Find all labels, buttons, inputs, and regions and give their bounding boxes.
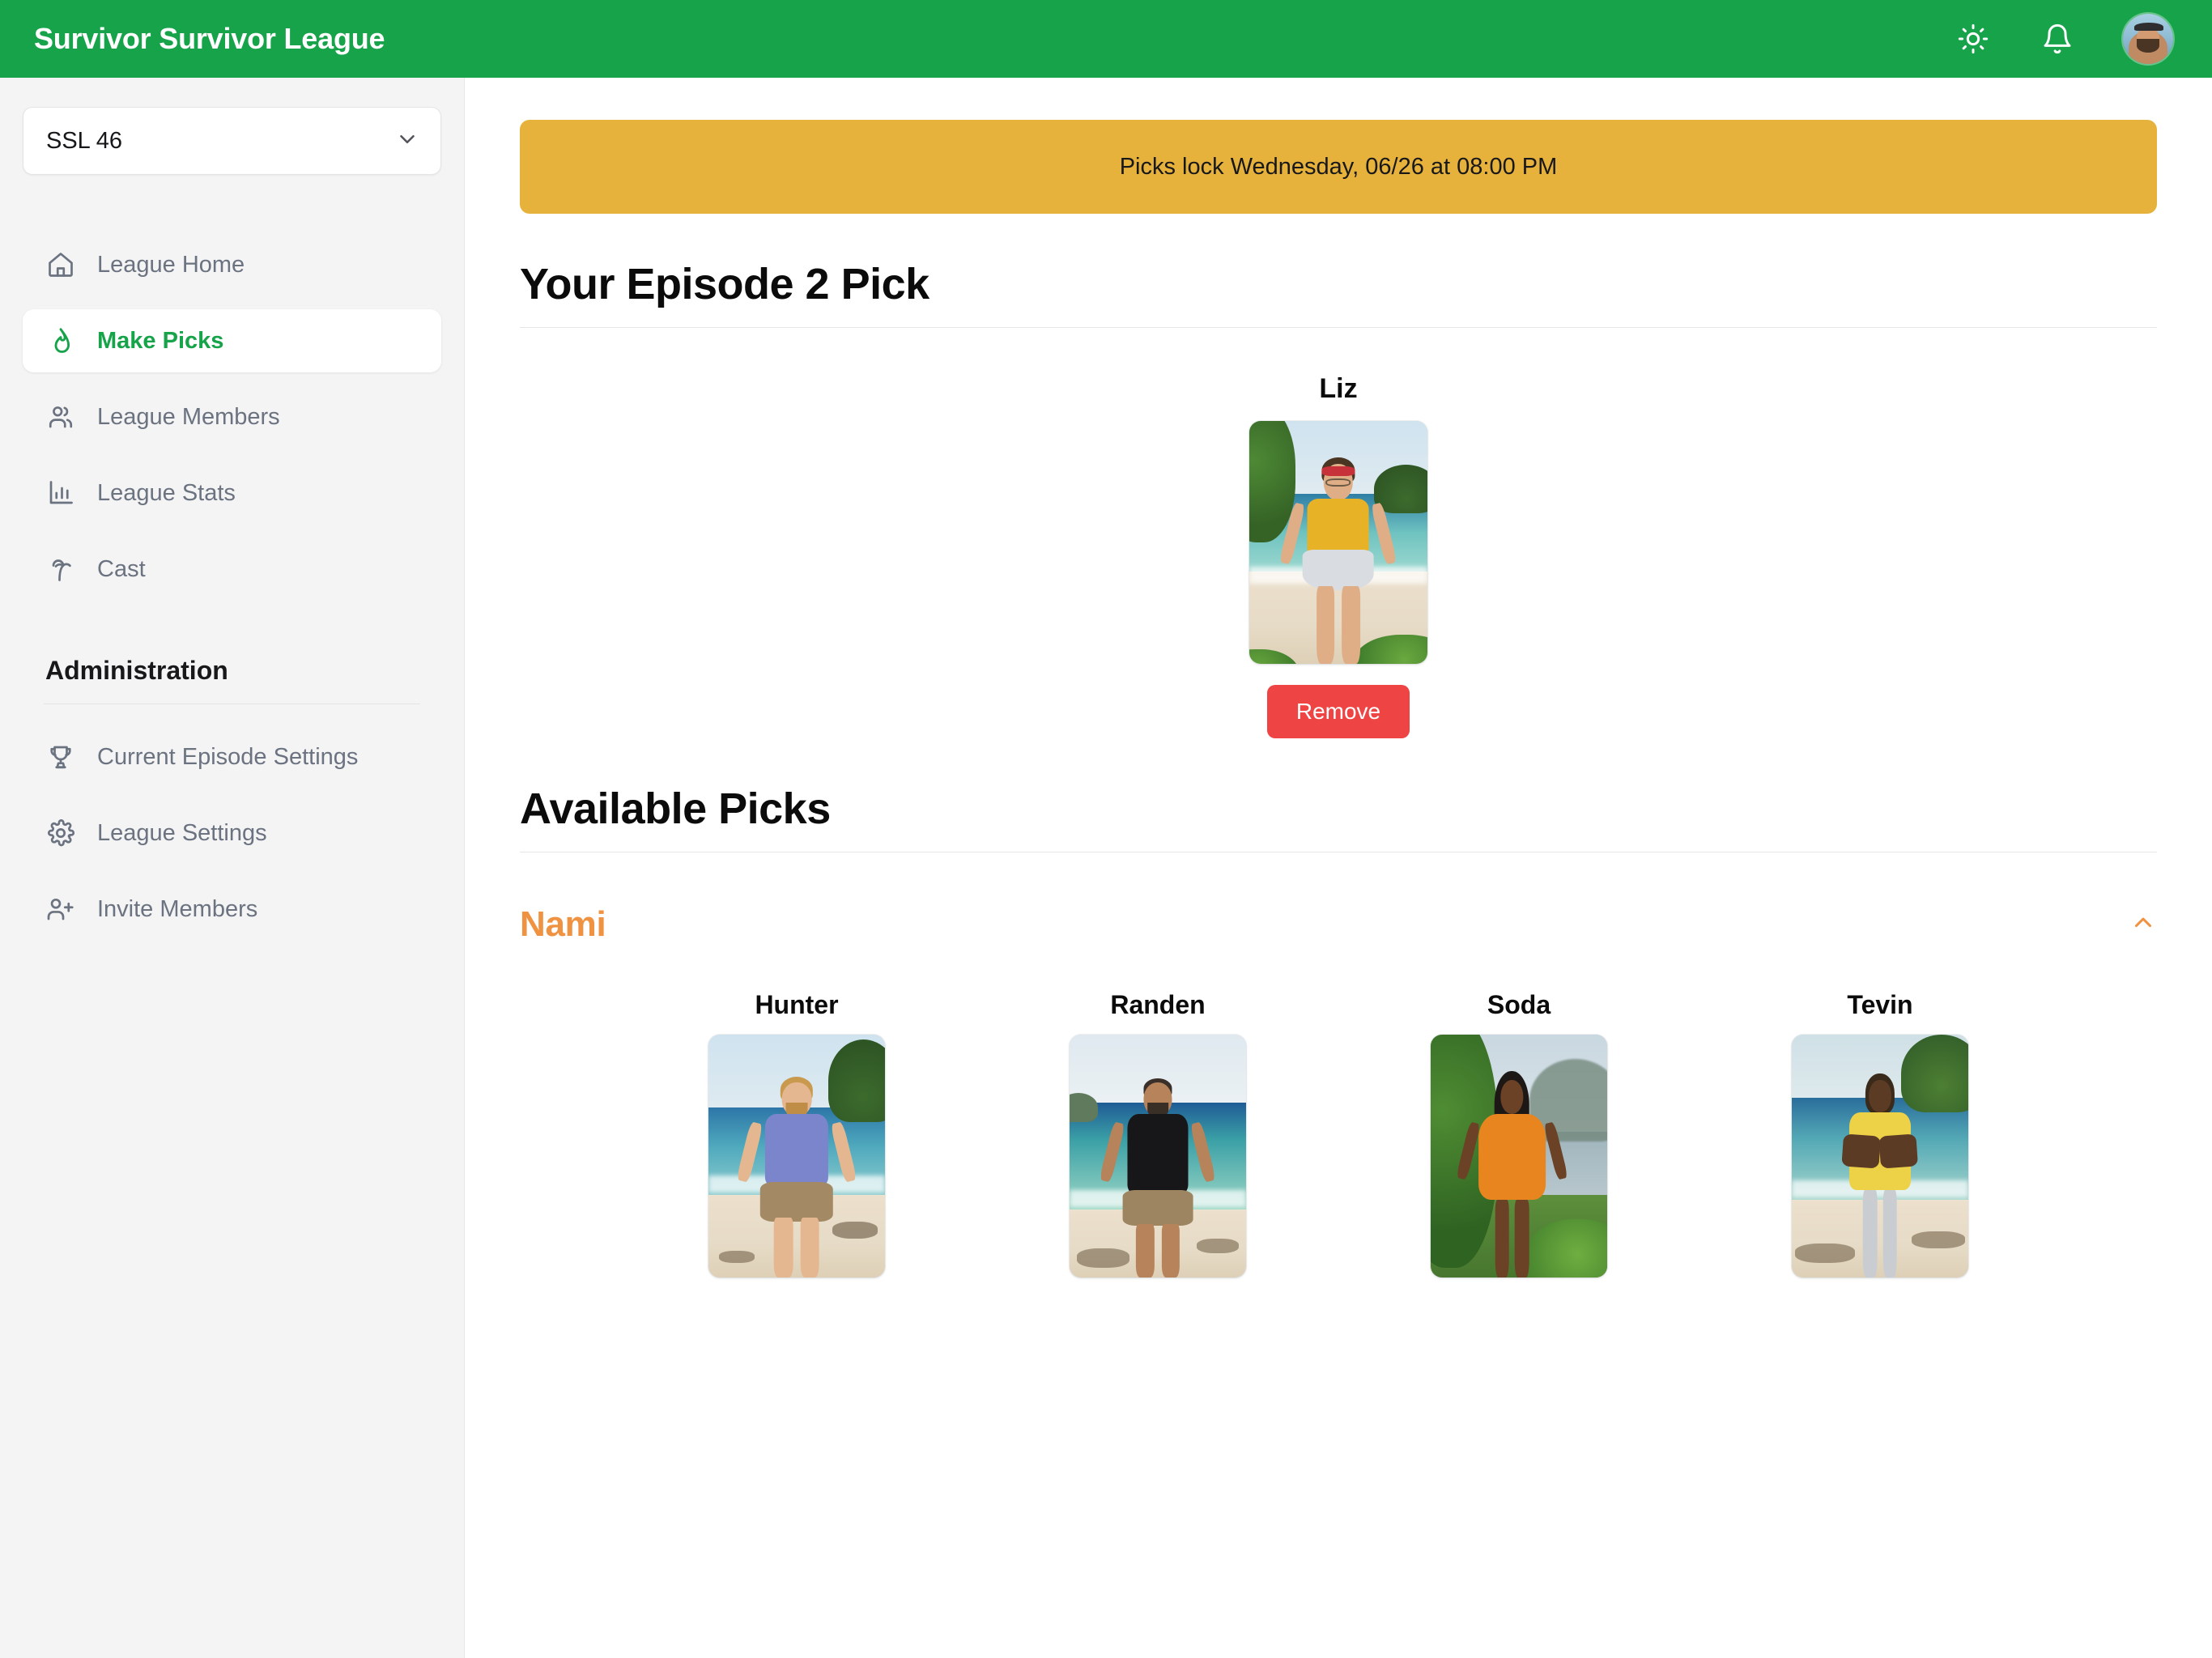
app-title: Survivor Survivor League bbox=[34, 22, 385, 55]
palm-tree-icon bbox=[44, 552, 78, 586]
sidebar-item-label: Cast bbox=[97, 555, 146, 582]
primary-nav: League Home Make Picks League Members Le… bbox=[23, 233, 441, 601]
sidebar-item-invite-members[interactable]: Invite Members bbox=[23, 878, 441, 941]
sidebar: SSL 46 League Home Make Picks League Mem… bbox=[0, 78, 465, 1658]
main-content: Picks lock Wednesday, 06/26 at 08:00 PM … bbox=[465, 78, 2212, 1658]
cast-name: Soda bbox=[1487, 990, 1551, 1019]
cast-card-hunter[interactable]: Hunter bbox=[708, 990, 885, 1278]
admin-nav: Current Episode Settings League Settings bbox=[23, 725, 441, 941]
chevron-down-icon bbox=[395, 127, 419, 155]
cast-photo[interactable] bbox=[1792, 1035, 1968, 1278]
current-pick-name: Liz bbox=[1319, 373, 1358, 404]
home-icon bbox=[44, 248, 78, 282]
cast-photo[interactable] bbox=[1070, 1035, 1246, 1278]
picks-lock-banner: Picks lock Wednesday, 06/26 at 08:00 PM bbox=[520, 120, 2157, 214]
page-title: Your Episode 2 Pick bbox=[520, 260, 929, 308]
flame-icon bbox=[44, 324, 78, 358]
sidebar-item-make-picks[interactable]: Make Picks bbox=[23, 309, 441, 372]
avatar-bandana bbox=[2133, 22, 2163, 32]
tribe-name: Nami bbox=[520, 904, 606, 944]
sidebar-item-label: League Settings bbox=[97, 819, 267, 846]
sidebar-item-cast[interactable]: Cast bbox=[23, 538, 441, 601]
sidebar-item-label: Make Picks bbox=[97, 327, 224, 354]
sidebar-item-label: Invite Members bbox=[97, 895, 258, 922]
header-actions bbox=[1955, 14, 2173, 64]
title-divider bbox=[520, 327, 2157, 328]
cast-card-tevin[interactable]: Tevin bbox=[1792, 990, 1968, 1278]
available-picks-title: Available Picks bbox=[520, 784, 831, 833]
photo-scene bbox=[1249, 421, 1427, 664]
tribe-header-nami[interactable]: Nami bbox=[520, 904, 2157, 945]
cast-name: Randen bbox=[1110, 990, 1206, 1019]
sidebar-item-league-stats[interactable]: League Stats bbox=[23, 461, 441, 525]
bell-icon[interactable] bbox=[2039, 20, 2076, 57]
app-header: Survivor Survivor League bbox=[0, 0, 2212, 78]
sidebar-item-label: Current Episode Settings bbox=[97, 743, 359, 770]
app-body: SSL 46 League Home Make Picks League Mem… bbox=[0, 78, 2212, 1658]
sidebar-item-league-home[interactable]: League Home bbox=[23, 233, 441, 296]
trophy-icon bbox=[44, 740, 78, 774]
sidebar-item-current-episode-settings[interactable]: Current Episode Settings bbox=[23, 725, 441, 789]
league-selector-value: SSL 46 bbox=[46, 127, 123, 154]
cast-card-soda[interactable]: Soda bbox=[1431, 990, 1607, 1278]
users-icon bbox=[44, 400, 78, 434]
sidebar-item-league-settings[interactable]: League Settings bbox=[23, 801, 441, 865]
tribe-members-grid: Hunter Randen Soda Tevin bbox=[520, 990, 2157, 1278]
cast-name: Tevin bbox=[1847, 990, 1913, 1019]
admin-section-heading: Administration bbox=[45, 656, 228, 685]
avatar[interactable] bbox=[2123, 14, 2173, 64]
user-plus-icon bbox=[44, 892, 78, 926]
sidebar-item-league-members[interactable]: League Members bbox=[23, 385, 441, 449]
sidebar-item-label: League Members bbox=[97, 403, 280, 430]
cast-card-randen[interactable]: Randen bbox=[1070, 990, 1246, 1278]
current-pick-card: Liz Remove bbox=[520, 373, 2157, 738]
league-selector[interactable]: SSL 46 bbox=[23, 107, 441, 175]
bar-chart-icon bbox=[44, 476, 78, 510]
cast-photo[interactable] bbox=[708, 1035, 885, 1278]
remove-pick-button[interactable]: Remove bbox=[1266, 685, 1410, 738]
sun-icon[interactable] bbox=[1955, 20, 1992, 57]
sidebar-item-label: League Home bbox=[97, 251, 245, 278]
gear-icon bbox=[44, 816, 78, 850]
chevron-up-icon[interactable] bbox=[2129, 909, 2157, 941]
current-pick-photo[interactable] bbox=[1249, 421, 1427, 664]
sidebar-item-label: League Stats bbox=[97, 479, 236, 506]
cast-name: Hunter bbox=[755, 990, 839, 1019]
cast-photo[interactable] bbox=[1431, 1035, 1607, 1278]
